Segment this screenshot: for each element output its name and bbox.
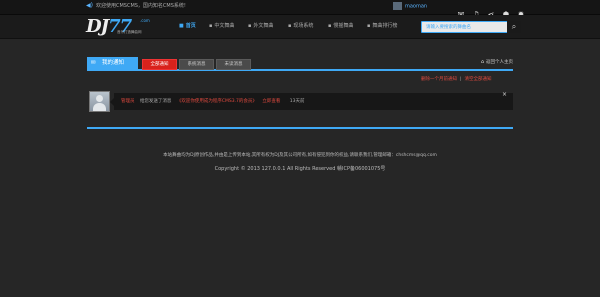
my-notifications-header: ✉ 我的通知 xyxy=(87,57,138,69)
nav-item-chinese[interactable]: ▪ 中文舞曲 xyxy=(209,22,234,29)
notice-tabs: ✉ 我的通知 全部通知 系统消息 未读消息 ⌂ 返回个人主页 xyxy=(87,57,513,71)
message-bubble: 管理员 给您发送了消息 《欢迎你使用成为程序CMS3.7的会员》 立即查看 13… xyxy=(110,91,513,110)
back-home-link[interactable]: ⌂ 返回个人主页 xyxy=(481,59,513,65)
list-item: 管理员 给您发送了消息 《欢迎你使用成为程序CMS3.7的会员》 立即查看 13… xyxy=(87,90,513,114)
footer-disclaimer: 本站舞曲均为DJ原创作品,并由是上传到本站,其所有权为DJ及其公司所有,如有侵犯… xyxy=(163,153,437,158)
nav-item-chart[interactable]: ▪ 舞曲排行榜 xyxy=(367,22,397,29)
envelope-icon: ✉ xyxy=(91,60,96,66)
user-menu[interactable]: maoman xyxy=(393,2,427,10)
nav-item-live[interactable]: ▪ 现场系统 xyxy=(288,22,313,29)
nav-item-slow[interactable]: ▪ 慢摇舞曲 xyxy=(328,22,353,29)
footer-copyright: Copyright © 2013 127.0.0.1 All Rights Re… xyxy=(214,166,386,172)
page-title: 我的通知 xyxy=(102,60,125,66)
message-text: 管理员 给您发送了消息 《欢迎你使用成为程序CMS3.7的会员》 立即查看 13… xyxy=(121,99,305,104)
view-now-link[interactable]: 立即查看 xyxy=(262,99,280,104)
site-notice: ◀) 欢迎使用CMSCMS，国内知名CMS系统! xyxy=(86,2,186,9)
sender-link[interactable]: 管理员 xyxy=(121,99,135,104)
notice-actions: 删除一个月前通知 | 清空全部通知 xyxy=(421,77,492,82)
speaker-icon: ◀) xyxy=(86,2,93,9)
avatar[interactable] xyxy=(89,91,110,112)
delete-old-notices-link[interactable]: 删除一个月前通知 xyxy=(421,77,457,82)
avatar xyxy=(393,2,402,10)
close-icon[interactable]: × xyxy=(502,91,507,98)
home-icon: ⌂ xyxy=(480,59,484,65)
message-content-link[interactable]: 《欢迎你使用成为程序CMS3.7的会员》 xyxy=(177,99,257,104)
site-logo[interactable]: DJ77 .com 音乐打造舞曲网 xyxy=(86,16,150,37)
search-input[interactable]: 请输入要搜索的舞曲名 xyxy=(421,21,508,33)
top-bar: ◀)欢迎使用CMSCMS，国内知名CMS系统! maoman ✉♫⋖☗✹ xyxy=(0,0,600,19)
username[interactable]: maoman xyxy=(405,4,427,10)
search-button[interactable]: ⌕ xyxy=(507,21,521,33)
nav-item-home[interactable]: ■ 首页 xyxy=(179,22,196,29)
message-time: 13天前 xyxy=(289,99,305,104)
header: DJ77 .com 音乐打造舞曲网 ■ 首页 ▪ 中文舞曲 ▪ 外文舞曲 ▪ 现场系统 … xyxy=(0,15,600,39)
tab-all-notices[interactable]: 全部通知 xyxy=(142,59,177,70)
clear-all-notices-link[interactable]: 清空全部通知 xyxy=(465,77,492,82)
nav-item-foreign[interactable]: ▪ 外文舞曲 xyxy=(248,22,273,29)
divider xyxy=(87,127,513,129)
search-icon: ⌕ xyxy=(511,22,517,31)
tab-system-messages[interactable]: 系统消息 xyxy=(179,59,214,70)
tab-unread-messages[interactable]: 未读消息 xyxy=(216,59,251,70)
